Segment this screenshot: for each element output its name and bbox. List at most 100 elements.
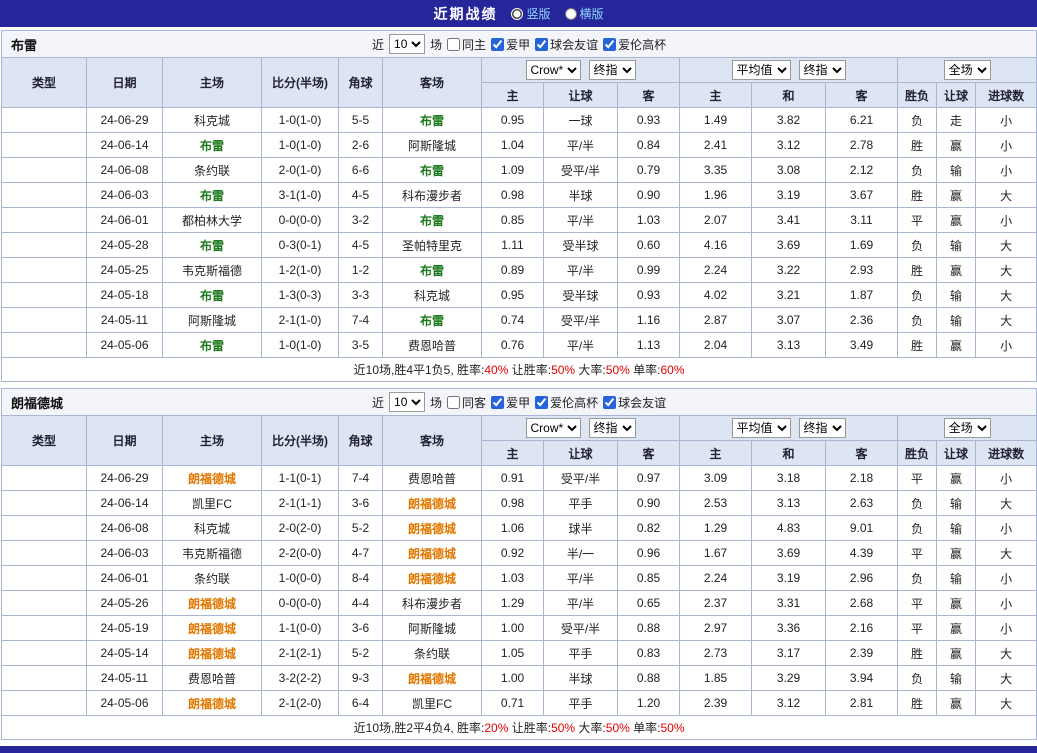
avg-draw-odds: 3.41	[751, 207, 826, 233]
filter-checkbox-1-input[interactable]	[491, 395, 505, 409]
filter-checkbox-3[interactable]: 爱伦高杯	[603, 36, 666, 53]
match-date: 24-06-29	[86, 465, 163, 491]
match-date: 24-05-25	[86, 257, 163, 283]
filter-checkbox-0[interactable]: 同主	[447, 36, 486, 53]
layout-vertical-radio-input[interactable]	[511, 7, 524, 20]
bookmaker-select[interactable]: Crow*	[525, 418, 581, 438]
selector-header-row: 类型 日期 主场 比分(半场) 角球 客场 Crow* 终指 平均值 终指 全场	[1, 57, 1037, 108]
home-odds: 0.95	[481, 282, 544, 308]
score-halftime: 1-1(0-0)	[261, 615, 339, 641]
avg-home-odds: 2.37	[679, 590, 752, 616]
odds-stage-select[interactable]: 终指	[588, 60, 636, 80]
average-select[interactable]: 平均值	[731, 418, 791, 438]
layout-horizontal-radio[interactable]: 横版	[564, 5, 604, 22]
summary-segment: 60%	[660, 363, 685, 377]
avg-away-odds: 2.63	[825, 490, 898, 516]
avg-stage-select[interactable]: 终指	[798, 418, 846, 438]
filter-checkbox-2-input[interactable]	[535, 395, 549, 409]
summary-segment: 让胜率:	[508, 363, 552, 377]
league-type: 爱甲	[1, 157, 87, 183]
handicap-line: 平/半	[543, 207, 618, 233]
corner-score: 4-7	[338, 540, 383, 566]
filter-checkbox-1[interactable]: 爱甲	[491, 394, 530, 411]
corner-score: 3-5	[338, 332, 383, 358]
match-row: 爱甲 24-05-11 费恩哈普 3-2(2-2) 9-3 朗福德城 1.00 半球 0.88 1…	[1, 665, 1037, 691]
bottom-bar	[0, 746, 1037, 753]
layout-vertical-radio[interactable]: 竖版	[511, 5, 551, 22]
avg-home-odds: 3.09	[679, 465, 752, 491]
summary-segment: 50%	[660, 721, 685, 735]
away-team: 朗福德城	[382, 490, 482, 516]
handicap-line: 受平/半	[543, 465, 618, 491]
layout-vertical-label: 竖版	[526, 7, 551, 21]
sub-column-header: 主	[679, 82, 752, 108]
away-odds: 0.90	[617, 490, 680, 516]
league-type: 爱甲	[1, 107, 87, 133]
score-halftime: 2-1(2-0)	[261, 690, 339, 716]
summary-segment: 让胜率:	[508, 721, 552, 735]
column-header: 主场	[162, 415, 262, 466]
handicap-line: 受平/半	[543, 615, 618, 641]
avg-draw-odds: 3.36	[751, 615, 826, 641]
avg-draw-odds: 3.08	[751, 157, 826, 183]
score-halftime: 1-0(0-0)	[261, 565, 339, 591]
goals-size: 大	[974, 282, 1037, 308]
away-odds: 0.90	[617, 182, 680, 208]
handicap-result: 输	[936, 282, 976, 308]
scope-select[interactable]: 全场	[943, 60, 991, 80]
filter-checkbox-2-input[interactable]	[535, 37, 549, 51]
corner-score: 3-2	[338, 207, 383, 233]
avg-home-odds: 3.35	[679, 157, 752, 183]
filter-checkbox-3[interactable]: 球会友谊	[603, 394, 666, 411]
filter-checkbox-1-input[interactable]	[491, 37, 505, 51]
match-date: 24-05-26	[86, 590, 163, 616]
goals-size: 小	[974, 465, 1037, 491]
handicap-line: 半球	[543, 665, 618, 691]
filter-controls: 近 10 场 同主 爱甲 球会友谊 爱伦高杯	[372, 34, 666, 54]
sub-column-header: 和	[751, 440, 826, 466]
away-odds: 0.99	[617, 257, 680, 283]
match-date: 24-05-28	[86, 232, 163, 258]
avg-stage-select[interactable]: 终指	[798, 60, 846, 80]
sub-column-header: 客	[617, 82, 680, 108]
avg-draw-odds: 3.19	[751, 182, 826, 208]
home-team: 布雷	[162, 232, 262, 258]
home-team: 费恩哈普	[162, 665, 262, 691]
filter-checkbox-2[interactable]: 爱伦高杯	[535, 394, 598, 411]
avg-home-odds: 2.97	[679, 615, 752, 641]
away-team: 圣帕特里克	[382, 232, 482, 258]
handicap-result: 输	[936, 157, 976, 183]
home-team: 阿斯隆城	[162, 307, 262, 333]
avg-away-odds: 2.39	[825, 640, 898, 666]
odds-stage-select[interactable]: 终指	[588, 418, 636, 438]
games-count-select[interactable]: 10	[389, 34, 426, 54]
bookmaker-select[interactable]: Crow*	[525, 60, 581, 80]
games-count-select[interactable]: 10	[389, 392, 426, 412]
avg-away-odds: 2.93	[825, 257, 898, 283]
corner-score: 3-3	[338, 282, 383, 308]
away-odds: 0.79	[617, 157, 680, 183]
layout-horizontal-radio-input[interactable]	[564, 7, 577, 20]
home-odds: 1.00	[481, 615, 544, 641]
filter-checkbox-1-label: 爱甲	[506, 395, 531, 410]
filter-checkbox-1[interactable]: 爱甲	[491, 36, 530, 53]
filter-checkbox-3-input[interactable]	[603, 37, 617, 51]
match-date: 24-05-19	[86, 615, 163, 641]
avg-draw-odds: 3.13	[751, 490, 826, 516]
filter-checkbox-0-input[interactable]	[447, 37, 461, 51]
match-row: 爱甲 24-06-08 条约联 2-0(1-0) 6-6 布雷 1.09 受平/半 0.79 3.…	[1, 157, 1037, 183]
filter-checkbox-2[interactable]: 球会友谊	[535, 36, 598, 53]
filter-checkbox-0[interactable]: 同客	[447, 394, 486, 411]
summary-segment: 50%	[551, 363, 576, 377]
handicap-line: 受平/半	[543, 157, 618, 183]
filter-checkbox-0-input[interactable]	[447, 395, 461, 409]
match-row: 爱甲 24-05-26 朗福德城 0-0(0-0) 4-4 科布漫步者 1.29 平/半 0.6…	[1, 590, 1037, 616]
filter-checkbox-3-input[interactable]	[603, 395, 617, 409]
goals-size: 大	[974, 690, 1037, 716]
average-select[interactable]: 平均值	[731, 60, 791, 80]
away-odds: 1.13	[617, 332, 680, 358]
column-header: 主场	[162, 57, 262, 108]
score-halftime: 0-0(0-0)	[261, 207, 339, 233]
team-section-1: 朗福德城近 10 场同客 爱甲 爱伦高杯 球会友谊 类型 日期 主场 比分(半场) 角球 客场 Crow…	[0, 388, 1037, 740]
scope-select[interactable]: 全场	[943, 418, 991, 438]
